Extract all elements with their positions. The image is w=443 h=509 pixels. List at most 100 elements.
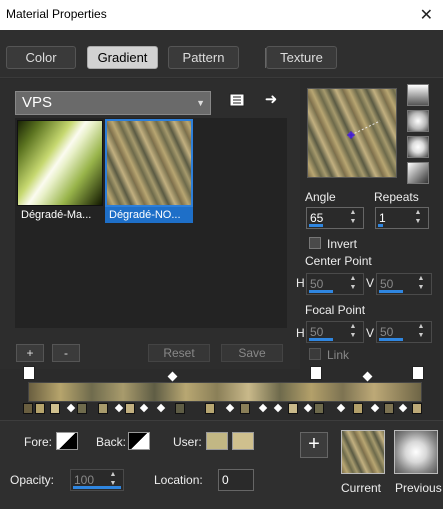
transparency-stop-start[interactable]: [23, 366, 35, 380]
gradient-preview[interactable]: [307, 88, 397, 178]
gradient-swatch-2[interactable]: [105, 119, 193, 207]
gradient-swatch-2-label: Dégradé-NO...: [105, 207, 193, 223]
reset-button[interactable]: Reset: [148, 344, 210, 362]
add-to-swatches-button[interactable]: +: [300, 432, 328, 458]
previous-material-swatch[interactable]: [394, 430, 438, 474]
transparency-stop-mid[interactable]: [310, 366, 322, 380]
color-stop[interactable]: [77, 403, 87, 414]
add-gradient-button[interactable]: +: [16, 344, 44, 362]
current-label: Current: [341, 481, 382, 495]
center-h-bar: [309, 290, 333, 293]
rectangular-style-button[interactable]: [407, 110, 429, 132]
repeats-stepper[interactable]: 1 ▲ ▼: [375, 207, 429, 229]
arrow-right-icon[interactable]: ➜: [262, 91, 280, 109]
color-midpoint[interactable]: [336, 403, 346, 413]
current-material-swatch[interactable]: [341, 430, 385, 474]
angle-bar: [309, 224, 323, 227]
color-midpoint[interactable]: [303, 403, 313, 413]
user-color-1[interactable]: [206, 432, 228, 450]
sunburst-style-button[interactable]: [407, 162, 429, 184]
linear-style-button[interactable]: [407, 84, 429, 106]
library-icon[interactable]: [228, 92, 246, 110]
back-color-button[interactable]: [128, 432, 150, 450]
focal-h-bar: [309, 338, 333, 341]
tab-color[interactable]: Color: [6, 46, 76, 69]
center-v-value: 50: [380, 277, 394, 291]
repeats-bar: [378, 224, 383, 227]
opacity-label: Opacity:: [10, 473, 55, 487]
angle-stepper[interactable]: 65 ▲ ▼: [306, 207, 364, 229]
color-stop[interactable]: [314, 403, 324, 414]
remove-gradient-button[interactable]: -: [52, 344, 80, 362]
color-stop[interactable]: [35, 403, 45, 414]
location-label: Location:: [154, 473, 203, 487]
color-midpoint[interactable]: [225, 403, 235, 413]
gradient-swatch-1-label: Dégradé-Ma...: [21, 209, 92, 221]
color-stop[interactable]: [23, 403, 33, 414]
transparency-midpoint[interactable]: [167, 371, 178, 382]
color-midpoint[interactable]: [258, 403, 268, 413]
color-midpoint[interactable]: [398, 403, 408, 413]
angle-handle[interactable]: [308, 89, 396, 177]
stepper-arrows-icon[interactable]: ▲ ▼: [343, 274, 363, 294]
center-v-bar: [379, 290, 403, 293]
close-icon[interactable]: ✕: [420, 5, 433, 25]
stepper-arrows-icon[interactable]: ▲ ▼: [411, 274, 431, 294]
color-stop[interactable]: [240, 403, 250, 414]
color-stop[interactable]: [384, 403, 394, 414]
stepper-arrows-icon[interactable]: ▲ ▼: [343, 208, 363, 228]
center-point-label: Center Point: [305, 254, 372, 268]
location-input[interactable]: 0: [218, 469, 254, 491]
window-title: Material Properties: [6, 7, 107, 21]
color-midpoint[interactable]: [139, 403, 149, 413]
angle-label: Angle: [305, 190, 336, 204]
focal-h-value: 50: [310, 325, 324, 339]
center-v-stepper[interactable]: 50 ▲ ▼: [376, 273, 432, 295]
opacity-stepper[interactable]: 100 ▲ ▼: [70, 469, 124, 491]
color-stop[interactable]: [98, 403, 108, 414]
stepper-arrows-icon[interactable]: ▲ ▼: [103, 470, 123, 490]
opacity-value: 100: [74, 473, 95, 487]
color-midpoint[interactable]: [273, 403, 283, 413]
color-stop[interactable]: [288, 403, 298, 414]
color-midpoint[interactable]: [156, 403, 166, 413]
color-stop[interactable]: [175, 403, 185, 414]
back-label: Back:: [96, 435, 127, 449]
stepper-arrows-icon[interactable]: ▲ ▼: [343, 322, 363, 342]
color-midpoint[interactable]: [370, 403, 380, 413]
invert-checkbox[interactable]: [309, 237, 321, 249]
link-checkbox[interactable]: [309, 348, 321, 360]
category-dropdown[interactable]: VPS ▼: [15, 91, 211, 115]
focal-v-stepper[interactable]: 50 ▲ ▼: [376, 321, 432, 343]
transparency-stop-end[interactable]: [412, 366, 424, 380]
color-stop[interactable]: [125, 403, 135, 414]
radial-style-button[interactable]: [407, 136, 429, 158]
center-h-stepper[interactable]: 50 ▲ ▼: [306, 273, 364, 295]
color-stop[interactable]: [50, 403, 60, 414]
category-value: VPS: [22, 94, 53, 111]
tab-gradient[interactable]: Gradient: [87, 46, 158, 69]
link-label: Link: [327, 348, 350, 362]
tab-texture[interactable]: Texture: [266, 46, 337, 69]
invert-label: Invert: [327, 237, 358, 251]
tab-pattern[interactable]: Pattern: [168, 46, 239, 69]
stepper-arrows-icon[interactable]: ▲ ▼: [411, 322, 431, 342]
fore-color-button[interactable]: [56, 432, 78, 450]
title-bar: Material Properties ✕: [0, 0, 443, 30]
color-stop[interactable]: [205, 403, 215, 414]
center-v-label: V: [366, 276, 375, 290]
repeats-value: 1: [379, 211, 386, 225]
stepper-arrows-icon[interactable]: ▲ ▼: [408, 208, 428, 228]
gradient-editor-bar[interactable]: [28, 382, 422, 402]
color-midpoint[interactable]: [66, 403, 76, 413]
focal-point-label: Focal Point: [305, 303, 366, 317]
color-stop[interactable]: [412, 403, 422, 414]
transparency-midpoint[interactable]: [362, 371, 373, 382]
save-button[interactable]: Save: [221, 344, 283, 362]
focal-h-stepper[interactable]: 50 ▲ ▼: [306, 321, 364, 343]
user-color-2[interactable]: [232, 432, 254, 450]
gradient-swatch-1[interactable]: [17, 120, 103, 206]
color-midpoint[interactable]: [114, 403, 124, 413]
tab-bar: Color Gradient Pattern Texture: [0, 30, 443, 78]
color-stop[interactable]: [353, 403, 363, 414]
